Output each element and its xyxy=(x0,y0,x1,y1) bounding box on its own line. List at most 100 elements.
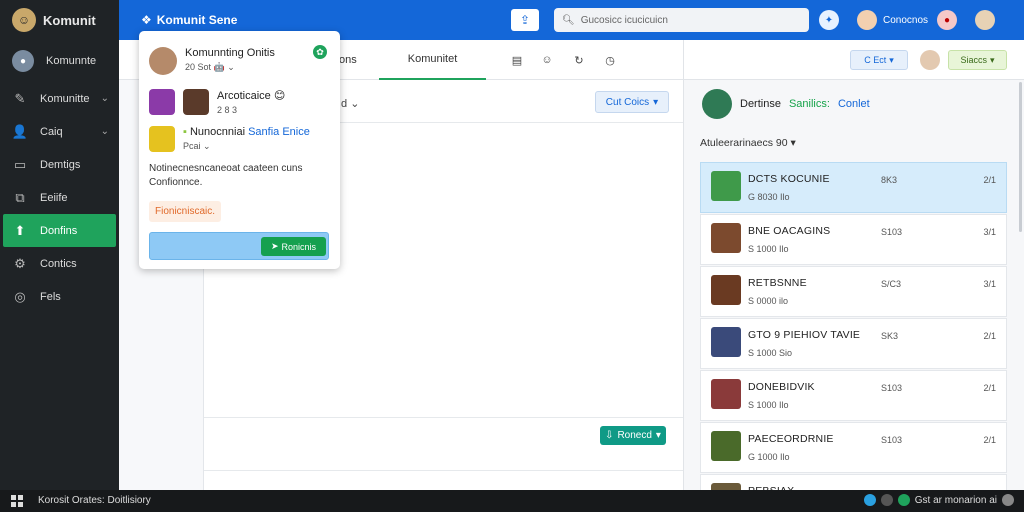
upload-button[interactable]: ⇪ xyxy=(511,9,539,31)
system-tray: Gst ar monarion ai xyxy=(863,494,1014,506)
sidebar-item-caiq[interactable]: 👤 Caiq ⌄ xyxy=(0,115,119,148)
caret-down-icon: ▾ xyxy=(989,54,995,65)
list-item[interactable]: BNE OACAGINS S 1000 Ilo S103 3/1 xyxy=(700,214,1007,265)
sidebar-item-label: Caiq xyxy=(40,125,63,138)
filter-button[interactable]: C Ect ▾ xyxy=(850,50,908,70)
list-item[interactable]: RETBSNNE S 0000 ilo S/C3 3/1 xyxy=(700,266,1007,317)
scrollbar[interactable] xyxy=(1019,82,1022,232)
caret-down-icon: ▾ xyxy=(889,54,894,65)
edit-icon: ⧉ xyxy=(15,189,25,205)
avatar xyxy=(183,89,209,115)
security-icon[interactable] xyxy=(897,494,910,506)
status-button[interactable]: Siaccs ▾ xyxy=(948,50,1007,70)
popup-item[interactable]: Komunnting Onitis 20 Sot 🤖 ⌄ xyxy=(149,47,275,75)
popup-action-bar[interactable]: ➤ Ronicnis xyxy=(149,232,329,260)
popup-description: Notinecnesncaneoat caateen cuns Confionn… xyxy=(149,163,303,188)
sidebar-item-community[interactable]: ✎ Komunitte ⌄ xyxy=(0,82,119,115)
brand-icon: ❖ xyxy=(141,13,152,27)
sidebar-item-fels[interactable]: ◎ Fels xyxy=(0,280,119,313)
item-rank: 3/1 xyxy=(983,279,996,289)
popup-action-button[interactable]: ➤ Ronicnis xyxy=(261,237,326,256)
clock-icon[interactable]: ◷ xyxy=(603,53,617,67)
game-thumbnail xyxy=(711,223,741,253)
notification-icon[interactable] xyxy=(1002,494,1014,506)
chevron-down-icon: ⌄ xyxy=(350,98,360,110)
tab-ons[interactable]: ons xyxy=(339,40,357,80)
upload-icon: ⇪ xyxy=(519,13,531,27)
document-icon[interactable]: ▤ xyxy=(510,53,524,67)
network-icon[interactable] xyxy=(863,494,876,506)
section-dropdown[interactable]: Atuleerarinaecs 90 ▾ xyxy=(700,137,796,149)
sidebar-item-demtigs[interactable]: ▭ Demtigs xyxy=(0,148,119,181)
item-sub: S 0000 ilo xyxy=(748,296,789,306)
status-badge[interactable]: Fionicniscaic. xyxy=(149,201,222,222)
search-input[interactable]: 🔍︎ Gucosicc icucicuicn xyxy=(554,8,809,32)
item-rank: 3/1 xyxy=(983,227,996,237)
sidebar-item-profile[interactable]: ● Komunnte xyxy=(0,40,119,82)
list-item[interactable]: PAECEORDRNIE G 1000 Ilo S103 2/1 xyxy=(700,422,1007,473)
game-thumbnail xyxy=(711,275,741,305)
popup-item[interactable]: ▪ Nunocnniai Sanfia Enice Pcai ⌄ xyxy=(149,126,310,152)
popup-item[interactable]: Arcoticaice 😊 2 8 3 xyxy=(149,89,285,115)
item-name: DONEBIDVIK xyxy=(748,381,815,393)
game-thumbnail xyxy=(711,327,741,357)
refresh-icon[interactable]: ↻ xyxy=(572,53,586,67)
sidebar-item-label: Demtigs xyxy=(40,158,81,171)
sidebar-item-label: Komunnte xyxy=(46,55,97,67)
notification-icon[interactable]: ● xyxy=(937,10,957,30)
right-panel: C Ect ▾ Siaccs ▾ Dertinse Sanilics: Conl… xyxy=(683,40,1024,494)
item-rank: 2/1 xyxy=(983,383,996,393)
panel-header: Dertinse Sanilics: Conlet xyxy=(702,89,870,119)
list-item[interactable]: DCTS KOCUNIE G 8030 Ilo 8K3 2/1 xyxy=(700,162,1007,213)
item-sub: S 1000 Ilo xyxy=(748,400,789,410)
tab-komunitet[interactable]: Komunitet xyxy=(379,40,486,80)
sidebar-item-label: Eeiife xyxy=(40,191,68,204)
app-name: Komunit xyxy=(43,12,96,28)
sidebar-item-eeiife[interactable]: ⧉ Eeiife xyxy=(0,181,119,214)
chevron-down-icon: ⌄ xyxy=(100,126,109,137)
target-icon: ◎ xyxy=(14,288,26,304)
sidebar-item-donfins[interactable]: ⬆ Donfins xyxy=(3,214,116,247)
game-thumbnail xyxy=(711,431,741,461)
item-rank: 2/1 xyxy=(983,331,996,341)
item-name: BNE OACAGINS xyxy=(748,225,831,237)
tray-text: Gst ar monarion ai xyxy=(914,494,997,506)
item-count: 8K3 xyxy=(881,175,898,185)
windows-icon[interactable] xyxy=(11,495,23,507)
taskbar: Korosit Orates: Doitlisiory Gst ar monar… xyxy=(0,490,1024,512)
item-rank: 2/1 xyxy=(983,435,996,445)
emoji-icon[interactable]: ☺ xyxy=(540,53,554,67)
item-sub: S 1000 Sio xyxy=(748,348,793,358)
smile-icon: 😊 xyxy=(273,90,286,102)
game-thumbnail xyxy=(711,171,741,201)
item-rank: 2/1 xyxy=(983,175,996,185)
brand-title[interactable]: ❖ Komunit Sene xyxy=(141,13,237,27)
caret-down-icon: ▾ xyxy=(653,96,659,108)
list-item[interactable]: DONEBIDVIK S 1000 Ilo S103 2/1 xyxy=(700,370,1007,421)
app-logo-row[interactable]: ☺ Komunit xyxy=(0,0,119,40)
sidebar-item-label: Komunitte xyxy=(40,92,90,105)
list-item[interactable]: GTO 9 PIEHIOV TAVIE S 1000 Sio SK3 2/1 xyxy=(700,318,1007,369)
sidebar-item-label: Contics xyxy=(40,257,77,270)
sidebar-item-contics[interactable]: ⚙ Contics xyxy=(0,247,119,280)
sort-button[interactable]: Cut Coics ▾ xyxy=(595,91,669,113)
upload-icon: ⬆ xyxy=(14,222,26,238)
share-icon[interactable]: ✦ xyxy=(819,10,839,30)
user-menu[interactable]: Conocnos xyxy=(857,10,928,30)
item-sub: G 1000 Ilo xyxy=(748,452,790,462)
profile-avatar-icon[interactable] xyxy=(975,10,995,30)
app-logo-icon: ☺ xyxy=(12,8,36,32)
settings-icon[interactable]: ✿ xyxy=(313,45,327,59)
avatar[interactable] xyxy=(920,50,940,70)
avatar xyxy=(149,89,175,115)
item-name: RETBSNNE xyxy=(748,277,807,289)
user-avatar-icon: ● xyxy=(12,50,34,72)
item-name: DCTS KOCUNIE xyxy=(748,173,830,185)
gear-icon: ⚙ xyxy=(14,255,26,271)
bot-icon: 🤖 xyxy=(213,62,225,72)
notification-popup: ✿ Komunnting Onitis 20 Sot 🤖 ⌄ Arcoticai… xyxy=(139,31,340,269)
volume-icon[interactable] xyxy=(880,494,893,506)
send-button[interactable]: ⇩ Ronecd ▾ xyxy=(600,426,666,445)
caret-down-icon: ▾ xyxy=(655,430,661,441)
filter-dropdown[interactable]: d ⌄ xyxy=(341,97,359,110)
